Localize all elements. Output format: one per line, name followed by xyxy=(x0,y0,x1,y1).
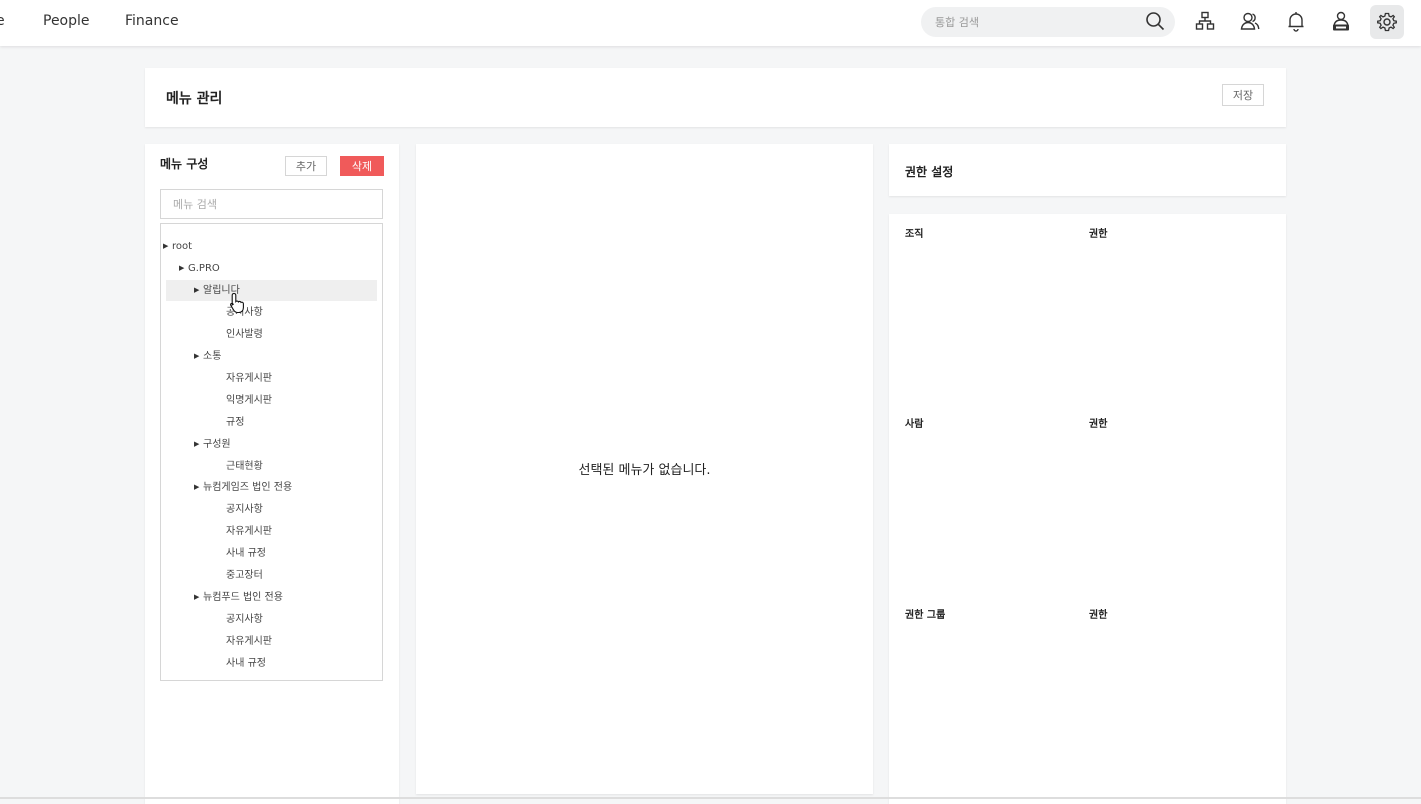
tree-node-label: 뉴컴푸드 법인 전용 xyxy=(203,592,283,604)
admin-user-icon[interactable] xyxy=(1330,10,1352,32)
person-column-label: 사람 xyxy=(905,419,924,430)
tree-node[interactable]: ▶ 뉴컴푸드 법인 전용 xyxy=(166,587,377,608)
save-button[interactable]: 저장 xyxy=(1222,84,1264,106)
tree-node[interactable]: ▶ G.PRO xyxy=(166,258,377,279)
person-permission-label: 권한 xyxy=(1089,419,1108,430)
permission-settings-title: 권한 설정 xyxy=(905,165,954,179)
tree-node[interactable]: 자유게시판 xyxy=(166,521,377,542)
tree-node-label: 규정 xyxy=(226,416,245,428)
permission-list-panel: 조직 권한 사람 권한 권한 그룹 권한 xyxy=(889,214,1286,804)
tree-node-label: root xyxy=(172,241,193,252)
expand-arrow-icon[interactable]: ▶ xyxy=(194,587,199,608)
page-title: 메뉴 관리 xyxy=(166,91,223,107)
tree-node-label: 구성원 xyxy=(203,438,231,450)
tree-node[interactable]: ▶ 뉴컴게임즈 법인 전용 xyxy=(166,477,377,498)
tree-node[interactable]: 사내 규정 xyxy=(166,653,377,674)
tree-node[interactable]: 익명게시판 xyxy=(166,390,377,411)
nav-item-truncated[interactable]: e xyxy=(0,13,5,29)
menu-structure-title: 메뉴 구성 xyxy=(160,157,209,171)
tree-node[interactable]: 자유게시판 xyxy=(166,368,377,389)
tree-node-label: 공지사항 xyxy=(226,504,263,516)
tree-node[interactable]: ▶ 소통 xyxy=(166,346,377,367)
bell-icon[interactable] xyxy=(1285,10,1307,32)
top-navigation-bar: e People Finance xyxy=(0,0,1421,46)
tree-node-label: 소통 xyxy=(203,350,222,362)
permission-group-permission-label: 권한 xyxy=(1089,610,1108,621)
tree-node[interactable]: 공지사항 xyxy=(166,302,377,323)
expand-arrow-icon[interactable]: ▶ xyxy=(179,258,184,279)
empty-selection-message: 선택된 메뉴가 없습니다. xyxy=(578,463,711,478)
tree-node[interactable]: 사내 규정 xyxy=(166,543,377,564)
permission-group-column-label: 권한 그룹 xyxy=(905,610,946,621)
tree-node-label: 중고장터 xyxy=(226,570,263,582)
expand-arrow-icon[interactable]: ▶ xyxy=(163,236,168,257)
menu-structure-panel: 메뉴 구성 추가 삭제 ▶root▶G.PRO▶알립니다공지사항인사발령▶소통자… xyxy=(145,144,399,804)
hand-cursor-icon xyxy=(230,292,244,314)
global-search-input[interactable] xyxy=(935,13,1135,31)
expand-arrow-icon[interactable]: ▶ xyxy=(194,280,199,301)
tree-node[interactable]: 규정 xyxy=(166,412,377,433)
tree-node-label: 인사발령 xyxy=(226,328,263,340)
tree-node[interactable]: 공지사항 xyxy=(166,499,377,520)
tree-node[interactable]: 자유게시판 xyxy=(166,631,377,652)
permission-settings-header: 권한 설정 xyxy=(889,144,1286,196)
tree-node[interactable]: 공지사항 xyxy=(166,609,377,630)
nav-item-finance[interactable]: Finance xyxy=(125,13,179,29)
tree-node[interactable]: ▶ 구성원 xyxy=(166,434,377,455)
people-icon[interactable] xyxy=(1239,10,1261,32)
tree-node-label: 자유게시판 xyxy=(226,526,272,538)
search-icon[interactable] xyxy=(1144,10,1166,32)
menu-detail-panel: 선택된 메뉴가 없습니다. xyxy=(416,144,873,794)
settings-button[interactable] xyxy=(1370,5,1404,39)
organization-permission-label: 권한 xyxy=(1089,229,1108,240)
organization-column-label: 조직 xyxy=(905,229,924,240)
tree-node[interactable]: ▶ root xyxy=(163,236,377,257)
delete-menu-button[interactable]: 삭제 xyxy=(340,156,384,176)
menu-search-input[interactable] xyxy=(160,189,383,219)
nav-item-people[interactable]: People xyxy=(43,13,90,29)
tree-node-label: 자유게시판 xyxy=(226,372,272,384)
tree-node-label: 공지사항 xyxy=(226,614,263,626)
tree-node-label: 뉴컴게임즈 법인 전용 xyxy=(203,482,293,494)
menu-tree: ▶ root ▶ G.PRO ▶ 알립니다 공지사항 인사발령 ▶ 소통 자유게시판 익명게시판 규정 ▶… xyxy=(160,223,383,681)
tree-node-label: 사내 규정 xyxy=(226,548,266,560)
tree-node-label: 근태현황 xyxy=(226,460,263,472)
gear-icon xyxy=(1377,12,1397,32)
expand-arrow-icon[interactable]: ▶ xyxy=(194,346,199,367)
add-menu-button[interactable]: 추가 xyxy=(285,156,327,176)
expand-arrow-icon[interactable]: ▶ xyxy=(194,477,199,498)
tree-node-label: 자유게시판 xyxy=(226,636,272,648)
tree-node-label: 익명게시판 xyxy=(226,394,272,406)
expand-arrow-icon[interactable]: ▶ xyxy=(194,434,199,455)
tree-node-label: G.PRO xyxy=(188,262,220,274)
page-header-card: 메뉴 관리 저장 xyxy=(145,68,1286,127)
org-chart-icon[interactable] xyxy=(1194,10,1216,32)
tree-node[interactable]: 인사발령 xyxy=(166,324,377,345)
tree-node[interactable]: 근태현황 xyxy=(166,456,377,477)
tree-node-label: 사내 규정 xyxy=(226,658,266,670)
tree-node[interactable]: 중고장터 xyxy=(166,565,377,586)
tree-node[interactable]: ▶ 알립니다 xyxy=(166,279,377,301)
global-search-box xyxy=(921,7,1175,37)
